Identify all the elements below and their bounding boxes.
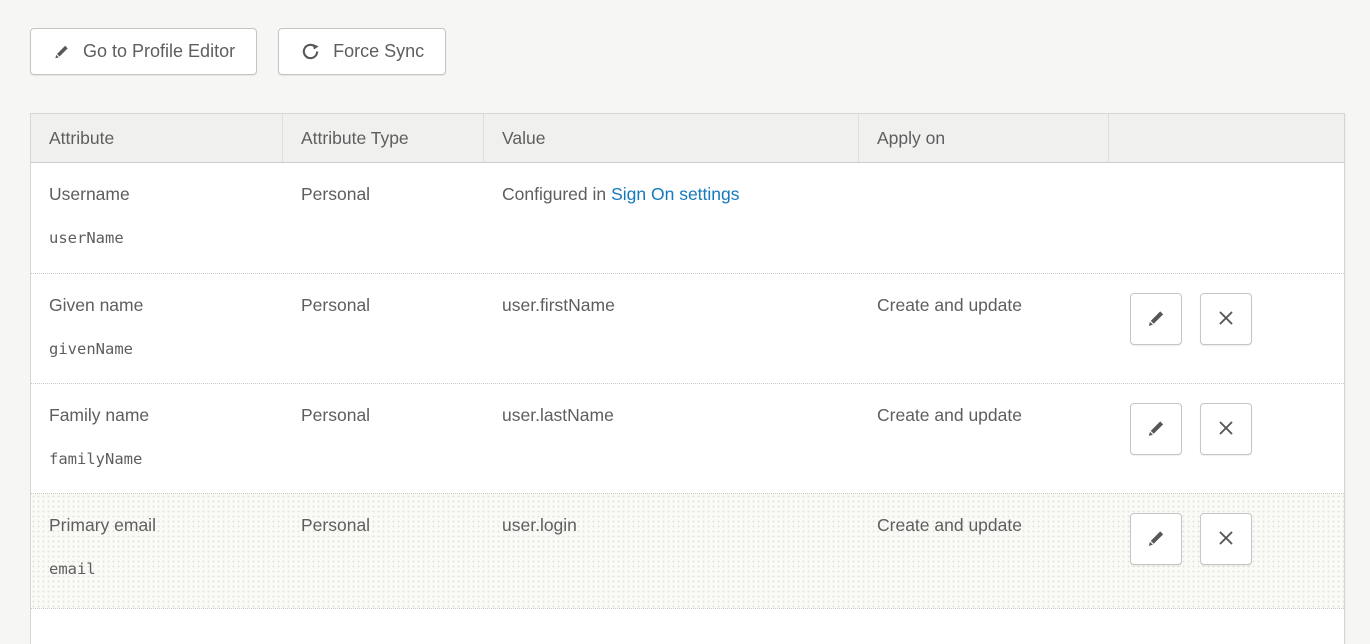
column-header-value: Value [484,114,859,162]
attribute-label: Username [49,184,265,205]
sign-on-settings-link[interactable]: Sign On settings [611,184,739,204]
attribute-variable-name: givenName [49,340,265,359]
apply-on-cell [859,163,1109,273]
x-icon [1215,307,1237,332]
x-icon [1215,417,1237,442]
attribute-variable-name: familyName [49,450,265,469]
value-cell: user.lastName [484,384,859,493]
value-cell: user.firstName [484,274,859,383]
edit-attribute-button[interactable] [1130,513,1182,565]
attribute-cell: Primary email email [31,494,283,608]
attribute-cell: Username userName [31,163,283,273]
apply-on-cell: Create and update [859,274,1109,383]
column-header-attribute: Attribute [31,114,283,162]
force-sync-button[interactable]: Force Sync [278,28,446,75]
attribute-variable-name: email [49,560,265,579]
column-header-apply-on: Apply on [859,114,1109,162]
attribute-type-cell: Personal [283,274,484,383]
apply-on-cell: Create and update [859,494,1109,608]
attribute-label: Given name [49,295,265,316]
attribute-cell: Family name familyName [31,384,283,493]
edit-attribute-button[interactable] [1130,403,1182,455]
table-row-partial [31,608,1344,644]
column-header-actions [1109,114,1344,162]
refresh-icon [300,41,321,62]
x-icon [1215,527,1237,552]
pencil-icon [1145,307,1167,332]
value-cell: Configured inSign On settings [484,163,859,273]
table-row: Primary email email Personal user.login … [31,493,1344,608]
value-prefix-text: Configured in [502,184,606,204]
apply-on-cell: Create and update [859,384,1109,493]
toolbar: Go to Profile Editor Force Sync [30,28,446,75]
edit-attribute-button[interactable] [1130,293,1182,345]
delete-attribute-button[interactable] [1200,403,1252,455]
actions-cell [1109,274,1344,383]
go-to-profile-editor-button[interactable]: Go to Profile Editor [30,28,257,75]
delete-attribute-button[interactable] [1200,513,1252,565]
attribute-variable-name: userName [49,229,265,248]
table-row: Given name givenName Personal user.first… [31,273,1344,383]
force-sync-label: Force Sync [333,41,424,62]
actions-cell [1109,494,1344,608]
pencil-icon [1145,527,1167,552]
attribute-label: Primary email [49,515,265,536]
table-row: Family name familyName Personal user.las… [31,383,1344,493]
attribute-type-cell: Personal [283,163,484,273]
delete-attribute-button[interactable] [1200,293,1252,345]
attribute-type-cell: Personal [283,384,484,493]
pencil-icon [52,42,71,61]
actions-cell [1109,384,1344,493]
attribute-cell: Given name givenName [31,274,283,383]
column-header-attribute-type: Attribute Type [283,114,484,162]
go-to-profile-editor-label: Go to Profile Editor [83,41,235,62]
attribute-mappings-screen: Go to Profile Editor Force Sync Attribut… [0,0,1370,644]
attribute-label: Family name [49,405,265,426]
actions-cell [1109,163,1344,273]
attribute-mappings-table: Attribute Attribute Type Value Apply on … [30,113,1345,644]
table-row: Username userName Personal Configured in… [31,163,1344,273]
value-cell: user.login [484,494,859,608]
attribute-type-cell: Personal [283,494,484,608]
pencil-icon [1145,417,1167,442]
table-header-row: Attribute Attribute Type Value Apply on [31,114,1344,163]
